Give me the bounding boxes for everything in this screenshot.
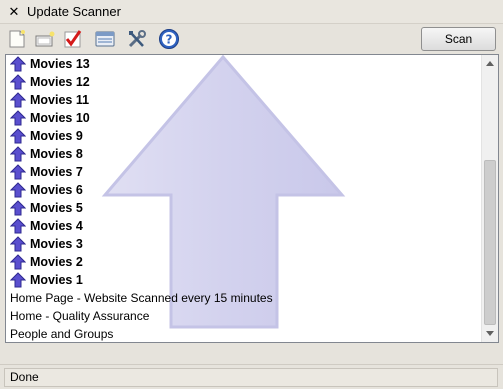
scan-button[interactable]: Scan: [421, 27, 496, 51]
updated-arrow-icon: [10, 110, 26, 126]
list-item[interactable]: Movies 4: [6, 217, 482, 235]
updated-arrow-icon: [10, 182, 26, 198]
status-bar: Done: [0, 364, 503, 389]
scan-all-icon[interactable]: [92, 26, 118, 52]
list-item-label: Movies 4: [30, 219, 83, 233]
updated-arrow-icon: [10, 236, 26, 252]
checkmark-icon[interactable]: [60, 26, 86, 52]
list-item-label: Movies 10: [30, 111, 90, 125]
list-item-label: Movies 8: [30, 147, 83, 161]
list-item[interactable]: Home - Quality Assurance: [6, 307, 482, 325]
toolbar: ? Scan: [0, 24, 503, 54]
list-item-label: Movies 2: [30, 255, 83, 269]
scroll-up-icon[interactable]: [482, 55, 498, 72]
new-page-icon[interactable]: [4, 26, 30, 52]
help-icon[interactable]: ?: [156, 26, 182, 52]
page-list: Movies 13 Movies 12 Movies 11 Movies 10 Movi…: [5, 54, 499, 343]
list-item[interactable]: Movies 2: [6, 253, 482, 271]
list-item[interactable]: Movies 6: [6, 181, 482, 199]
settings-icon[interactable]: [124, 26, 150, 52]
updated-arrow-icon: [10, 56, 26, 72]
vertical-scrollbar[interactable]: [481, 55, 498, 342]
updated-arrow-icon: [10, 164, 26, 180]
status-text: Done: [4, 368, 498, 387]
list-item-label: Movies 11: [30, 93, 90, 107]
list-item-label: Movies 13: [30, 57, 90, 71]
list-item-label: Movies 5: [30, 201, 83, 215]
list-item-label: Movies 3: [30, 237, 83, 251]
list-item[interactable]: Movies 1: [6, 271, 482, 289]
list-item-label: Home Page - Website Scanned every 15 min…: [10, 291, 273, 305]
list-item[interactable]: Movies 11: [6, 91, 482, 109]
list-item[interactable]: Movies 3: [6, 235, 482, 253]
updated-arrow-icon: [10, 128, 26, 144]
list-item-label: Movies 1: [30, 273, 83, 287]
updated-arrow-icon: [10, 218, 26, 234]
close-icon[interactable]: ✕: [5, 3, 23, 21]
list-item-label: Movies 6: [30, 183, 83, 197]
scroll-down-icon[interactable]: [482, 325, 498, 342]
list-item[interactable]: Home Page - Website Scanned every 15 min…: [6, 289, 482, 307]
updated-arrow-icon: [10, 272, 26, 288]
list-item[interactable]: People and Groups: [6, 325, 482, 342]
list-item[interactable]: Movies 12: [6, 73, 482, 91]
updated-arrow-icon: [10, 74, 26, 90]
list-item-label: Home - Quality Assurance: [10, 309, 150, 323]
list-item[interactable]: Movies 8: [6, 145, 482, 163]
window-title: Update Scanner: [27, 4, 121, 19]
svg-text:?: ?: [166, 33, 173, 47]
list-item-label: People and Groups: [10, 327, 114, 341]
updated-arrow-icon: [10, 146, 26, 162]
list-item[interactable]: Movies 7: [6, 163, 482, 181]
title-bar: ✕ Update Scanner: [0, 0, 503, 24]
list-item[interactable]: Movies 13: [6, 55, 482, 73]
list-item-label: Movies 12: [30, 75, 90, 89]
list-item[interactable]: Movies 9: [6, 127, 482, 145]
updated-arrow-icon: [10, 92, 26, 108]
list-item-label: Movies 9: [30, 129, 83, 143]
list-item[interactable]: Movies 10: [6, 109, 482, 127]
scrollbar-thumb[interactable]: [484, 160, 496, 325]
list-item[interactable]: Movies 5: [6, 199, 482, 217]
updated-arrow-icon: [10, 254, 26, 270]
list-item-label: Movies 7: [30, 165, 83, 179]
list-items: Movies 13 Movies 12 Movies 11 Movies 10 Movi…: [6, 55, 482, 342]
updated-arrow-icon: [10, 200, 26, 216]
open-sidebar-icon[interactable]: [32, 26, 58, 52]
